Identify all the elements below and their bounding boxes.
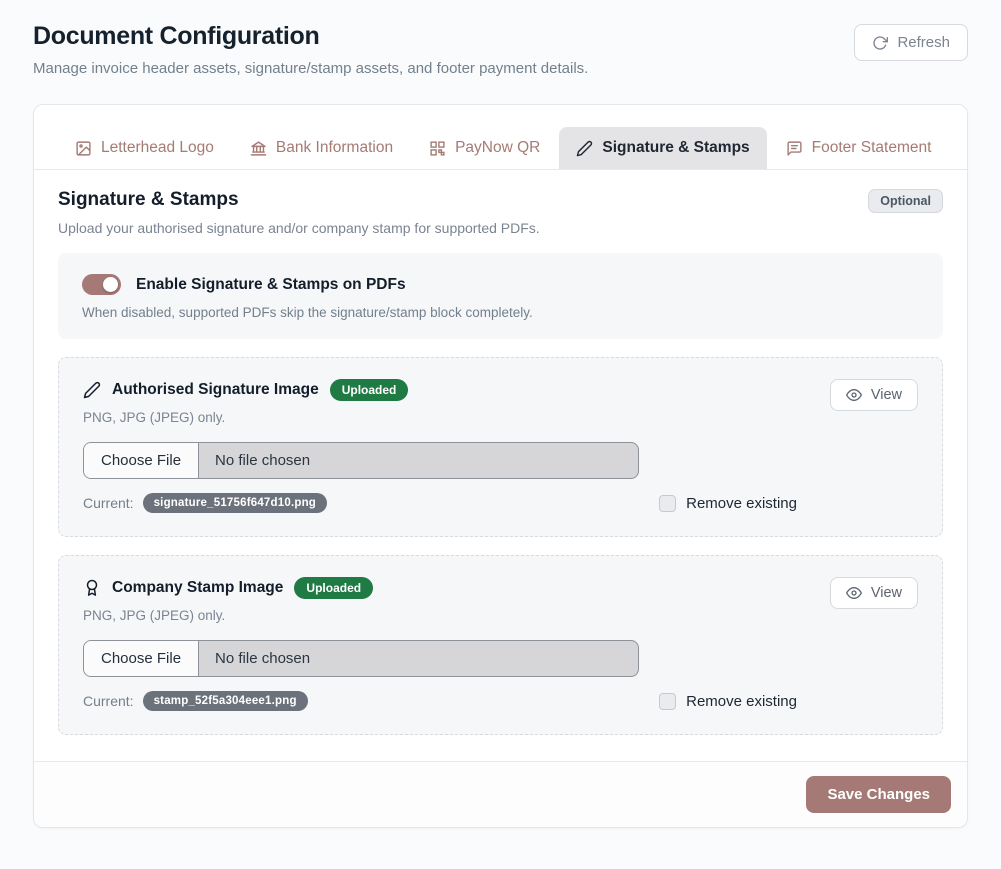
current-label: Current: bbox=[83, 693, 134, 709]
current-file-badge: stamp_52f5a304eee1.png bbox=[143, 691, 308, 711]
toggle-row: Enable Signature & Stamps on PDFs bbox=[82, 274, 919, 295]
tab-label: Letterhead Logo bbox=[101, 139, 214, 157]
choose-file-button[interactable]: Choose File bbox=[84, 443, 199, 478]
configuration-card: Letterhead Logo Bank Information PayNow … bbox=[33, 104, 968, 828]
signature-file-input[interactable]: Choose File No file chosen bbox=[83, 442, 639, 479]
tab-label: PayNow QR bbox=[455, 139, 540, 157]
eye-icon bbox=[846, 585, 862, 601]
page-subtitle: Manage invoice header assets, signature/… bbox=[33, 60, 588, 77]
card-footer: Save Changes bbox=[34, 761, 967, 827]
remove-existing-checkbox[interactable] bbox=[659, 693, 676, 710]
upload-title-row: Authorised Signature Image Uploaded bbox=[83, 379, 408, 401]
image-icon bbox=[75, 140, 92, 157]
current-file-group: Current: stamp_52f5a304eee1.png bbox=[83, 691, 308, 711]
document-configuration-page: Document Configuration Manage invoice he… bbox=[0, 0, 1001, 852]
pen-icon bbox=[83, 381, 101, 399]
current-file-badge: signature_51756f647d10.png bbox=[143, 493, 327, 513]
upload-card-header: Authorised Signature Image Uploaded PNG,… bbox=[83, 379, 918, 425]
tab-letterhead-logo[interactable]: Letterhead Logo bbox=[58, 127, 231, 169]
stamp-award-icon bbox=[83, 579, 101, 597]
eye-icon bbox=[846, 387, 862, 403]
remove-existing-stamp[interactable]: Remove existing bbox=[659, 693, 797, 710]
enable-toggle-panel: Enable Signature & Stamps on PDFs When d… bbox=[58, 253, 943, 339]
file-chosen-text: No file chosen bbox=[199, 641, 326, 676]
refresh-label: Refresh bbox=[897, 34, 950, 51]
toggle-label: Enable Signature & Stamps on PDFs bbox=[136, 276, 406, 294]
optional-badge: Optional bbox=[868, 189, 943, 213]
tab-label: Bank Information bbox=[276, 139, 393, 157]
bank-icon bbox=[250, 140, 267, 157]
page-header: Document Configuration Manage invoice he… bbox=[33, 22, 968, 77]
file-chosen-text: No file chosen bbox=[199, 443, 326, 478]
tab-panel-signature-stamps: Signature & Stamps Optional Upload your … bbox=[34, 170, 967, 761]
tab-bank-information[interactable]: Bank Information bbox=[233, 127, 410, 169]
refresh-icon bbox=[872, 35, 888, 51]
current-file-row: Current: stamp_52f5a304eee1.png Remove e… bbox=[83, 691, 797, 711]
section-subtitle: Upload your authorised signature and/or … bbox=[58, 220, 943, 236]
pen-icon bbox=[576, 140, 593, 157]
tab-label: Signature & Stamps bbox=[602, 139, 749, 157]
tab-footer-statement[interactable]: Footer Statement bbox=[769, 127, 949, 169]
choose-file-button[interactable]: Choose File bbox=[84, 641, 199, 676]
current-file-group: Current: signature_51756f647d10.png bbox=[83, 493, 327, 513]
page-header-text: Document Configuration Manage invoice he… bbox=[33, 22, 588, 77]
stamp-file-input[interactable]: Choose File No file chosen bbox=[83, 640, 639, 677]
save-changes-button[interactable]: Save Changes bbox=[806, 776, 951, 813]
stamp-upload-card: Company Stamp Image Uploaded PNG, JPG (J… bbox=[58, 555, 943, 735]
upload-card-title-block: Authorised Signature Image Uploaded PNG,… bbox=[83, 379, 408, 425]
tab-label: Footer Statement bbox=[812, 139, 932, 157]
view-signature-button[interactable]: View bbox=[830, 379, 918, 411]
page-title: Document Configuration bbox=[33, 22, 588, 51]
view-label: View bbox=[871, 387, 902, 403]
signature-upload-card: Authorised Signature Image Uploaded PNG,… bbox=[58, 357, 943, 537]
upload-hint: PNG, JPG (JPEG) only. bbox=[83, 608, 373, 623]
view-label: View bbox=[871, 585, 902, 601]
tab-signature-stamps[interactable]: Signature & Stamps bbox=[559, 127, 766, 169]
current-label: Current: bbox=[83, 495, 134, 511]
upload-title: Authorised Signature Image bbox=[112, 381, 319, 399]
upload-hint: PNG, JPG (JPEG) only. bbox=[83, 410, 408, 425]
remove-existing-checkbox[interactable] bbox=[659, 495, 676, 512]
toggle-helper-text: When disabled, supported PDFs skip the s… bbox=[82, 305, 919, 320]
view-stamp-button[interactable]: View bbox=[830, 577, 918, 609]
refresh-button[interactable]: Refresh bbox=[854, 24, 968, 61]
qr-icon bbox=[429, 140, 446, 157]
section-header: Signature & Stamps Optional bbox=[58, 189, 943, 213]
uploaded-status-badge: Uploaded bbox=[294, 577, 373, 599]
remove-existing-label: Remove existing bbox=[686, 693, 797, 710]
remove-existing-label: Remove existing bbox=[686, 495, 797, 512]
current-file-row: Current: signature_51756f647d10.png Remo… bbox=[83, 493, 797, 513]
uploaded-status-badge: Uploaded bbox=[330, 379, 409, 401]
toggle-knob bbox=[103, 277, 118, 292]
tab-paynow-qr[interactable]: PayNow QR bbox=[412, 127, 557, 169]
section-title: Signature & Stamps bbox=[58, 189, 239, 211]
remove-existing-signature[interactable]: Remove existing bbox=[659, 495, 797, 512]
enable-signature-toggle[interactable] bbox=[82, 274, 121, 295]
upload-title: Company Stamp Image bbox=[112, 579, 283, 597]
upload-card-title-block: Company Stamp Image Uploaded PNG, JPG (J… bbox=[83, 577, 373, 623]
upload-card-header: Company Stamp Image Uploaded PNG, JPG (J… bbox=[83, 577, 918, 623]
chat-icon bbox=[786, 140, 803, 157]
upload-title-row: Company Stamp Image Uploaded bbox=[83, 577, 373, 599]
tab-bar: Letterhead Logo Bank Information PayNow … bbox=[34, 105, 967, 170]
